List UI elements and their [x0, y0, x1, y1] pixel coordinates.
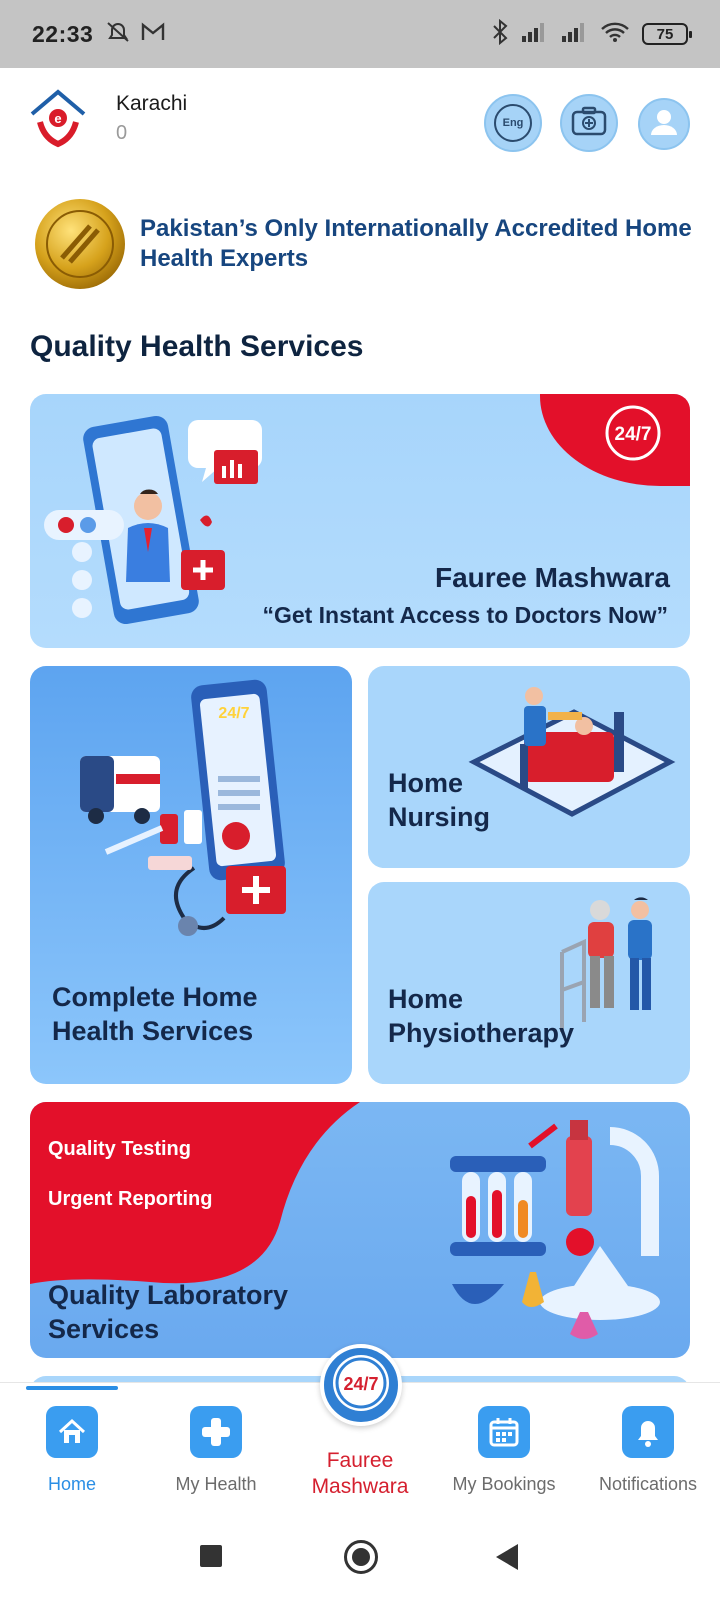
- quality-testing-tag: Quality Testing: [48, 1138, 191, 1160]
- home-physiotherapy-label: Home Physiotherapy: [388, 982, 574, 1050]
- fauree-mashwara-subtitle: “Get Instant Access to Doctors Now”: [262, 602, 668, 628]
- nav-home[interactable]: Home: [6, 1406, 138, 1495]
- active-tab-indicator: [26, 1386, 118, 1390]
- svg-text:24/7: 24/7: [218, 705, 249, 722]
- nav-my-health-label: My Health: [175, 1474, 257, 1494]
- home-nursing-label: Home Nursing: [388, 766, 490, 834]
- profile-button[interactable]: [638, 98, 690, 150]
- profile-icon: [647, 105, 681, 144]
- battery-level: 75: [656, 25, 674, 43]
- mute-alarm-icon: [105, 20, 131, 49]
- app-logo[interactable]: e: [26, 86, 90, 150]
- bell-icon: [622, 1406, 674, 1458]
- medical-kit-icon: [570, 105, 608, 142]
- nav-home-label: Home: [47, 1474, 96, 1494]
- calendar-icon: [478, 1406, 530, 1458]
- system-home-button[interactable]: [344, 1540, 378, 1574]
- complete-home-health-label: Complete Home Health Services: [52, 980, 258, 1048]
- wifi-icon: [600, 21, 630, 48]
- nav-my-bookings[interactable]: My Bookings: [438, 1406, 570, 1495]
- language-label: Eng: [502, 117, 524, 129]
- laboratory-services-card[interactable]: Quality Testing Urgent Reporting Quality…: [30, 1102, 690, 1358]
- badge-text: 24/7: [615, 424, 652, 445]
- home-health-illustration: 24/7: [80, 679, 286, 936]
- language-icon: Eng: [494, 104, 532, 142]
- complete-home-health-line1: Complete Home: [52, 982, 258, 1012]
- medical-kit-button[interactable]: [560, 94, 618, 152]
- doctor-phone-illustration: [44, 415, 262, 625]
- laboratory-services-line1: Quality Laboratory: [48, 1280, 289, 1310]
- gmail-icon: [141, 22, 165, 47]
- nav-fauree-line2: Mashwara: [311, 1475, 409, 1498]
- bluetooth-icon: [492, 18, 508, 50]
- nav-fauree-line1: Fauree: [326, 1449, 394, 1472]
- home-physiotherapy-line1: Home: [388, 984, 464, 1014]
- home-physiotherapy-card[interactable]: Home Physiotherapy: [368, 882, 690, 1084]
- accreditation-text: Pakistan’s Only Internationally Accredit…: [140, 215, 692, 272]
- status-bar: 22:33 75: [0, 0, 720, 68]
- fauree-mashwara-title: Fauree Mashwara: [435, 562, 670, 593]
- home-nursing-line2: Nursing: [388, 802, 491, 832]
- nav-fauree-mashwara-button[interactable]: 24/7: [320, 1344, 402, 1426]
- battery-icon: 75: [642, 23, 692, 45]
- complete-home-health-line2: Health Services: [52, 1016, 254, 1046]
- section-title: Quality Health Services: [30, 330, 364, 363]
- city-label[interactable]: Karachi: [116, 92, 187, 116]
- nav-my-health[interactable]: My Health: [150, 1406, 282, 1495]
- plus-icon: [190, 1406, 242, 1458]
- svg-text:e: e: [54, 111, 61, 126]
- home-nursing-card[interactable]: Home Nursing: [368, 666, 690, 868]
- svg-text:24/7: 24/7: [343, 1374, 378, 1394]
- nav-my-bookings-label: My Bookings: [452, 1474, 556, 1494]
- accreditation-seal: [34, 198, 126, 290]
- nursing-illustration: [468, 687, 676, 817]
- back-button[interactable]: [496, 1544, 518, 1570]
- complete-home-health-card[interactable]: 24/7 Complete Home Health Services: [30, 666, 352, 1084]
- laboratory-services-label: Quality Laboratory Services: [48, 1278, 288, 1346]
- nav-notifications-label: Notifications: [598, 1474, 698, 1494]
- city-sub-value: 0: [116, 122, 128, 144]
- signal-icon: [520, 21, 548, 48]
- home-nursing-line1: Home: [388, 768, 464, 798]
- laboratory-services-line2: Services: [48, 1314, 160, 1344]
- home-physiotherapy-line2: Physiotherapy: [388, 1018, 575, 1048]
- signal-icon: [560, 21, 588, 48]
- recents-button[interactable]: [200, 1545, 222, 1567]
- nav-fauree-mashwara-label[interactable]: Fauree Mashwara: [290, 1448, 430, 1500]
- urgent-reporting-tag: Urgent Reporting: [48, 1188, 213, 1210]
- nav-notifications[interactable]: Notifications: [582, 1406, 714, 1495]
- clock-24-7-icon: 24/7: [602, 402, 664, 464]
- language-button[interactable]: Eng: [484, 94, 542, 152]
- status-time: 22:33: [32, 20, 94, 47]
- lab-illustration: [450, 1120, 660, 1339]
- fauree-mashwara-card[interactable]: 24/7 Fauree Mashwara “Get Instant Access…: [30, 394, 690, 648]
- home-icon: [46, 1406, 98, 1458]
- 24-7-icon: 24/7: [329, 1351, 393, 1420]
